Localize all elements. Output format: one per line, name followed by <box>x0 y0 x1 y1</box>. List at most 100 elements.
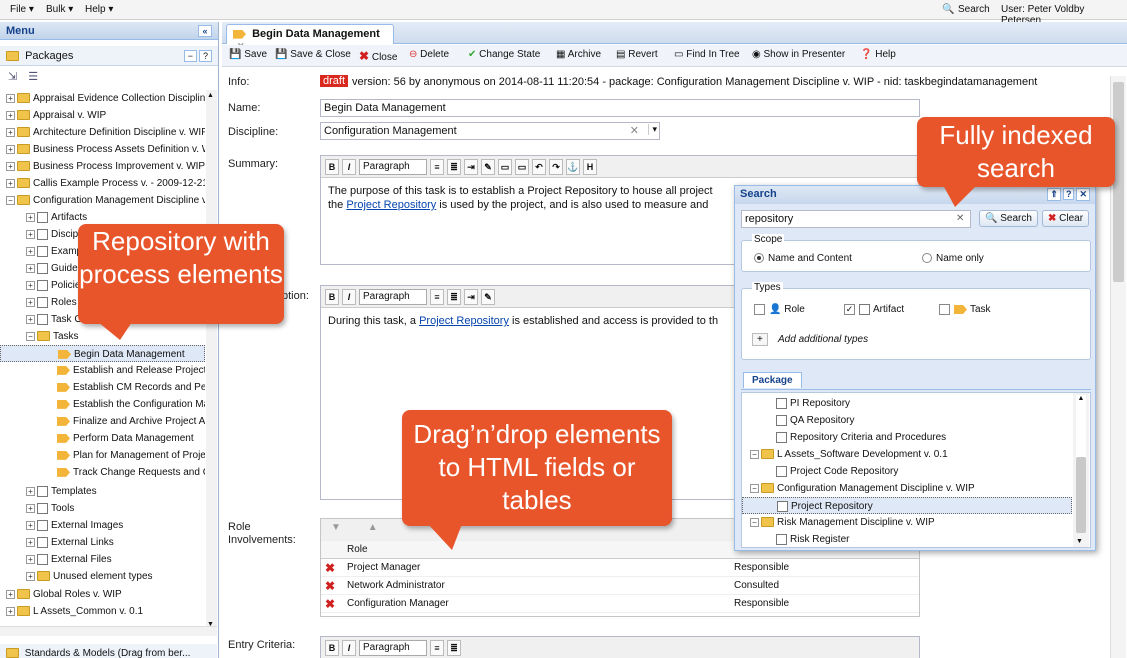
italic-icon[interactable]: I <box>342 639 356 656</box>
expand-icon[interactable]: + <box>6 127 15 137</box>
menu-file[interactable]: File ▾ <box>10 4 34 15</box>
collapse-icon[interactable]: − <box>750 517 759 527</box>
search-result-item[interactable]: − Risk Management Discipline v. WIP <box>742 514 1072 531</box>
type-artifact-checkbox[interactable]: ✓ Artifact <box>844 304 904 315</box>
help-icon[interactable]: ? <box>198 50 212 62</box>
expand-icon[interactable]: + <box>6 161 15 171</box>
expand-icon[interactable]: + <box>26 486 35 496</box>
add-type-icon[interactable]: + <box>752 333 768 346</box>
paragraph-select[interactable]: Paragraph <box>359 639 427 656</box>
tree-item[interactable]: Track Change Requests and Contr <box>46 464 205 481</box>
undo-icon[interactable]: ↶ <box>532 158 546 175</box>
expand-icon[interactable]: + <box>26 537 35 547</box>
tree-item[interactable]: Establish CM Records and Perform <box>46 379 205 396</box>
minimize-icon[interactable]: − <box>183 50 197 62</box>
collapse-icon[interactable]: − <box>750 483 759 493</box>
tree-item[interactable]: + Unused element types <box>26 568 205 585</box>
collapse-icon[interactable]: − <box>750 449 759 459</box>
tree-item[interactable]: Plan for Management of Project D <box>46 447 205 464</box>
expand-all-icon[interactable]: ⇲ <box>8 71 17 83</box>
expand-icon[interactable]: + <box>26 212 35 222</box>
add-types-link[interactable]: Add additional types <box>778 334 868 345</box>
tree-item[interactable]: + Architecture Definition Discipline v. W… <box>6 124 205 141</box>
expand-icon[interactable]: + <box>26 246 35 256</box>
revert-button[interactable]: ▤ Revert <box>616 49 658 60</box>
search-result-item[interactable]: Project Repository <box>742 497 1072 514</box>
tree-item[interactable]: − Configuration Management Discipline v. <box>6 192 205 209</box>
expand-icon[interactable]: + <box>6 93 15 103</box>
expand-icon[interactable]: − <box>26 331 35 341</box>
tree-item[interactable]: + Global Roles v. WIP <box>6 586 205 603</box>
tree-item[interactable]: + Callis Example Process v. - 2009-12-21 … <box>6 175 205 192</box>
remove-icon[interactable]: ✖ <box>325 577 335 595</box>
tree-scrollbar[interactable]: ▲ ▼ <box>206 90 217 630</box>
role-column-header[interactable]: Role <box>347 544 368 555</box>
remove-icon[interactable]: ✖ <box>325 595 335 613</box>
type-role-checkbox[interactable]: 👤 Role <box>754 304 805 315</box>
table-row[interactable]: ✖ Configuration Manager Responsible <box>321 595 919 613</box>
search-result-item[interactable]: − Configuration Management Discipline v. … <box>742 480 1072 497</box>
collapse-icon[interactable]: « <box>198 25 212 37</box>
list-icon[interactable]: ☰ <box>28 71 38 83</box>
table-icon[interactable]: ▭ <box>515 158 529 175</box>
table-icon[interactable]: ▭ <box>498 158 512 175</box>
tree-item[interactable]: + Business Process Improvement v. WIP <box>6 158 205 175</box>
expand-icon[interactable]: + <box>26 503 35 513</box>
bold-icon[interactable]: B <box>325 639 339 656</box>
archive-button[interactable]: ▦ Archive <box>556 49 601 60</box>
paragraph-select[interactable]: Paragraph <box>359 288 427 305</box>
help-button[interactable]: ❓ Help <box>860 49 896 60</box>
delete-button[interactable]: ⊖ Delete <box>409 49 449 60</box>
move-up-icon[interactable]: ▲ <box>368 522 378 533</box>
tree-item[interactable]: Establish and Release Project Bas <box>46 362 205 379</box>
chevron-down-icon[interactable]: ▾ <box>648 124 657 135</box>
expand-icon[interactable]: + <box>6 178 15 188</box>
search-button[interactable]: 🔍 Search <box>979 210 1038 227</box>
expand-icon[interactable]: + <box>6 589 15 599</box>
change-state-button[interactable]: ✔ Change State <box>468 49 540 60</box>
expand-icon[interactable]: + <box>6 606 15 616</box>
tree-item[interactable]: + Business Process Assets Definition v. W… <box>6 141 205 158</box>
type-task-checkbox[interactable]: Task <box>939 304 991 315</box>
scroll-up-icon[interactable]: ▲ <box>207 92 214 99</box>
search-result-item[interactable]: Project Code Repository <box>742 463 1072 480</box>
search-result-item[interactable]: QA Repository <box>742 412 1072 429</box>
tree-item[interactable]: + L Assets_Common v. 0.1 <box>6 603 205 620</box>
close-icon[interactable]: ✕ <box>1076 188 1090 201</box>
clear-input-icon[interactable]: ✕ <box>956 213 964 224</box>
menu-help[interactable]: Help ▾ <box>85 4 113 15</box>
results-scrollbar[interactable]: ▲ ▼ <box>1073 393 1089 547</box>
tree-item[interactable]: Begin Data Management <box>0 345 205 362</box>
name-field[interactable]: Begin Data Management <box>320 99 920 117</box>
search-result-item[interactable]: − L Assets_Software Development v. 0.1 <box>742 446 1072 463</box>
remove-icon[interactable]: ✖ <box>325 559 335 577</box>
paragraph-select[interactable]: Paragraph <box>359 158 427 175</box>
scrollbar-thumb[interactable] <box>1076 457 1086 533</box>
number-list-icon[interactable]: ≣ <box>447 158 461 175</box>
expand-icon[interactable]: + <box>26 263 35 273</box>
search-icon[interactable]: 🔍 <box>942 4 954 15</box>
collapse-icon[interactable]: ⇑ <box>1047 188 1061 201</box>
summary-link[interactable]: Project Repository <box>346 199 436 211</box>
tab-begin-data-management[interactable]: Begin Data Management ✕ <box>226 24 394 51</box>
expand-icon[interactable]: + <box>26 314 35 324</box>
tree-hscrollbar[interactable] <box>0 626 217 636</box>
expand-icon[interactable]: + <box>26 520 35 530</box>
tab-package[interactable]: Package <box>743 372 802 388</box>
show-in-presenter-button[interactable]: ◉ Show in Presenter <box>752 49 845 60</box>
expand-icon[interactable]: + <box>26 571 35 581</box>
help-icon[interactable]: ? <box>1062 188 1075 200</box>
search-input[interactable]: repository <box>741 210 971 228</box>
close-button[interactable]: ✖ Close <box>359 49 397 63</box>
expand-icon[interactable]: + <box>26 280 35 290</box>
search-result-item[interactable]: PI Repository <box>742 395 1072 412</box>
expand-icon[interactable]: + <box>6 110 15 120</box>
table-row[interactable]: ✖ Network Administrator Consulted <box>321 577 919 595</box>
bullet-list-icon[interactable]: ≡ <box>430 158 444 175</box>
find-in-tree-button[interactable]: ▭ Find In Tree <box>674 49 740 60</box>
expand-icon[interactable]: + <box>6 144 15 154</box>
tree-item[interactable]: + Appraisal Evidence Collection Disciplin… <box>6 90 205 107</box>
number-list-icon[interactable]: ≣ <box>447 639 461 656</box>
bullet-list-icon[interactable]: ≡ <box>430 288 444 305</box>
indent-icon[interactable]: ⇥ <box>464 158 478 175</box>
